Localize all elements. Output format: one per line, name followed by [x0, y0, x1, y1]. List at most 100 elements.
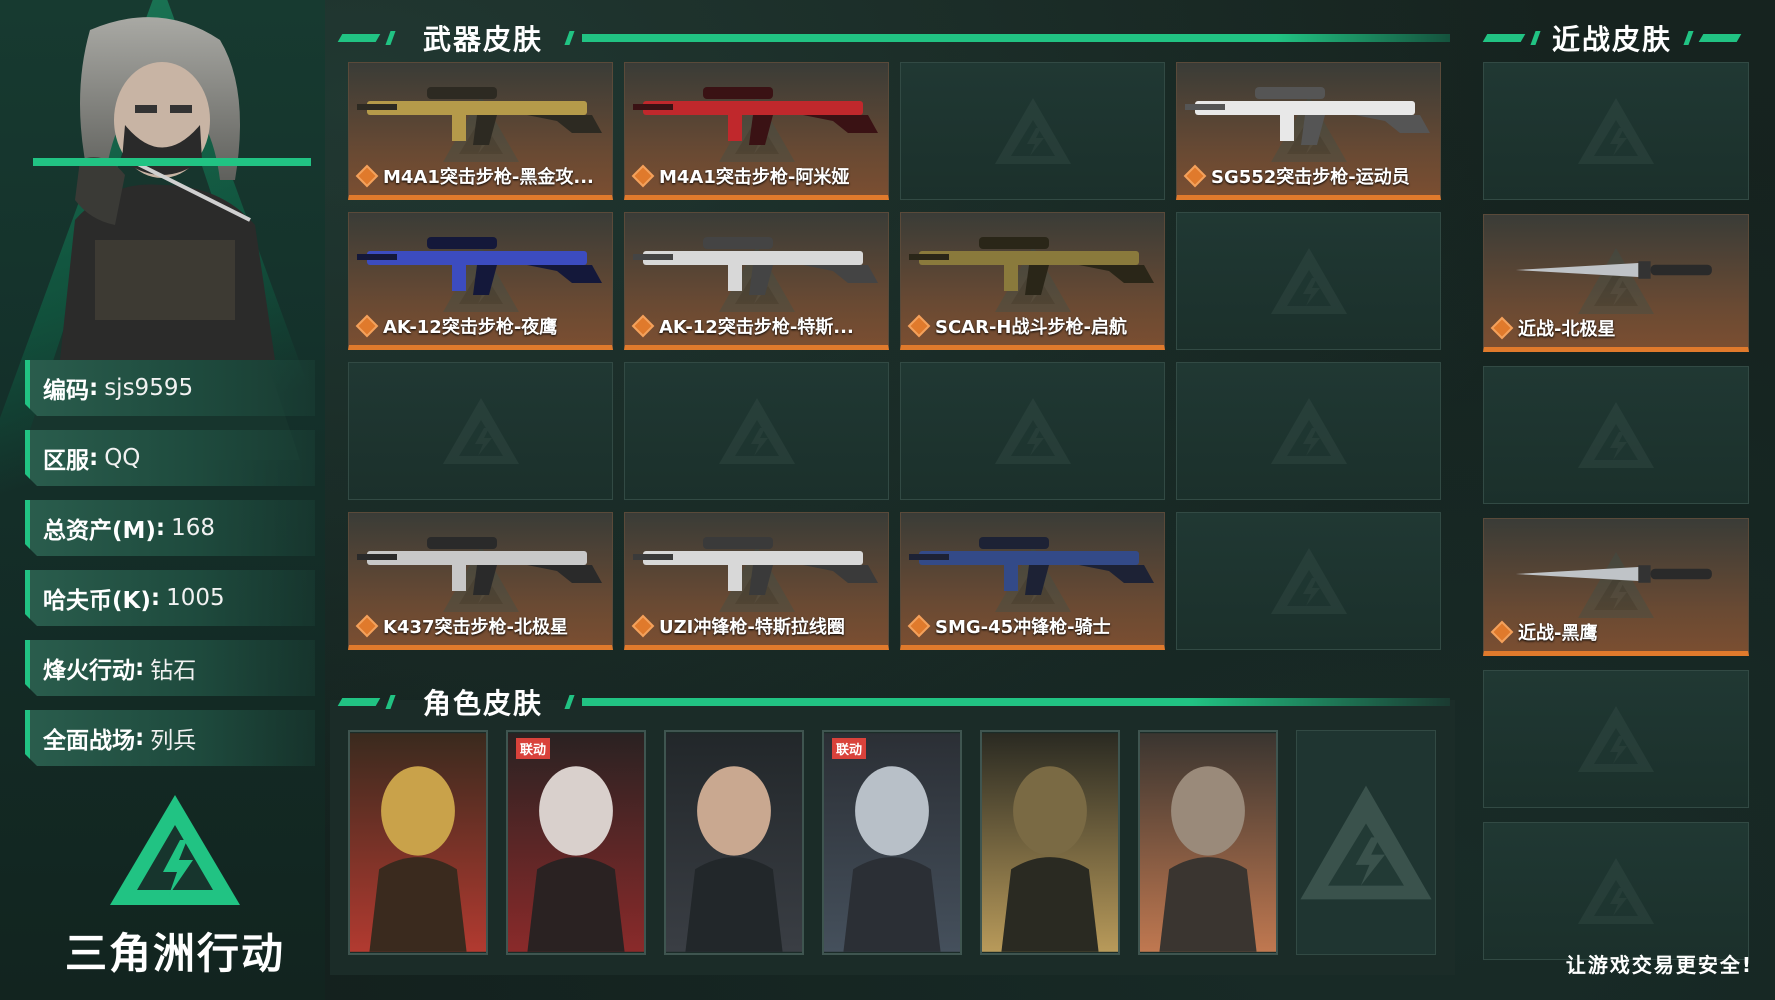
weapon-empty-slot	[1176, 362, 1441, 500]
skin-name: AK-12突击步枪-特斯...	[659, 317, 854, 338]
section-title: 近战皮肤	[1552, 23, 1673, 56]
weapon-skin-card[interactable]: AK-12突击步枪-夜鹰	[348, 212, 613, 350]
character-skin-card[interactable]	[980, 730, 1120, 955]
knife-image	[1515, 565, 1712, 583]
header-tick	[1482, 34, 1526, 42]
header-tick	[564, 31, 575, 45]
info-key: 编码	[43, 378, 89, 404]
weapon-skin-card[interactable]: SMG-45冲锋枪-骑士	[900, 512, 1165, 650]
skin-label: 近战-北极星	[1490, 315, 1615, 341]
rarity-diamond-icon	[1490, 620, 1514, 644]
skin-label: UZI冲锋枪-特斯拉线圈	[631, 613, 845, 639]
accent-bar	[33, 158, 311, 166]
weapon-image	[633, 537, 878, 595]
info-row-havcoin: 哈夫币(K): 1005	[25, 570, 315, 626]
weapon-skin-card[interactable]: UZI冲锋枪-特斯拉线圈	[624, 512, 889, 650]
info-value: 1005	[166, 585, 225, 611]
rarity-diamond-icon	[355, 614, 379, 638]
weapon-empty-slot	[348, 362, 613, 500]
skin-name: SCAR-H战斗步枪-启航	[935, 317, 1127, 338]
info-key: 烽火行动	[43, 658, 135, 684]
weapon-image	[1185, 87, 1430, 145]
weapon-image	[633, 237, 878, 295]
melee-skin-card[interactable]: 近战-北极星	[1483, 214, 1749, 352]
skin-label: SCAR-H战斗步枪-启航	[907, 313, 1127, 339]
info-value: QQ	[104, 445, 141, 471]
weapon-skin-card[interactable]: M4A1突击步枪-黑金攻...	[348, 62, 613, 200]
rarity-diamond-icon	[355, 164, 379, 188]
info-row-warfare-rank: 全面战场: 列兵	[25, 710, 315, 766]
skin-label: 近战-黑鹰	[1490, 619, 1598, 645]
info-key: 区服	[43, 448, 89, 474]
melee-skin-card[interactable]: 近战-黑鹰	[1483, 518, 1749, 656]
skin-label: M4A1突击步枪-黑金攻...	[355, 163, 594, 189]
rarity-diamond-icon	[355, 314, 379, 338]
skin-name: SMG-45冲锋枪-骑士	[935, 617, 1111, 638]
character-empty-slot	[1296, 730, 1436, 955]
info-separator: :	[150, 585, 161, 611]
info-value: 钻石	[150, 658, 197, 684]
weapon-skin-card[interactable]: M4A1突击步枪-阿米娅	[624, 62, 889, 200]
weapon-image	[357, 237, 602, 295]
delta-watermark-icon	[718, 398, 795, 464]
delta-watermark-icon	[994, 98, 1071, 164]
skin-name: AK-12突击步枪-夜鹰	[383, 317, 558, 338]
character-skin-card[interactable]	[1138, 730, 1278, 955]
weapon-skins-header: 武器皮肤	[337, 18, 1450, 58]
weapon-image	[633, 87, 878, 145]
character-skin-card[interactable]	[348, 730, 488, 955]
character-portrait	[350, 733, 486, 952]
character-portrait	[1140, 733, 1276, 952]
melee-empty-slot	[1483, 62, 1749, 200]
operator-portrait	[20, 10, 305, 360]
weapon-skin-card[interactable]: SCAR-H战斗步枪-启航	[900, 212, 1165, 350]
header-tick	[337, 698, 381, 706]
weapon-skin-card[interactable]: SG552突击步枪-运动员	[1176, 62, 1441, 200]
rarity-diamond-icon	[1183, 164, 1207, 188]
skin-name: M4A1突击步枪-阿米娅	[659, 167, 850, 188]
skin-label: K437突击步枪-北极星	[355, 613, 568, 639]
skin-name: 近战-黑鹰	[1518, 623, 1598, 644]
character-skin-card[interactable]: 联动	[506, 730, 646, 955]
weapon-skin-card[interactable]: K437突击步枪-北极星	[348, 512, 613, 650]
weapon-image	[909, 237, 1154, 295]
weapon-empty-slot	[1176, 512, 1441, 650]
footer-slogan: 让游戏交易更安全!	[1565, 953, 1753, 977]
delta-watermark-icon	[994, 398, 1071, 464]
info-separator: :	[135, 655, 145, 681]
delta-watermark-icon	[1578, 706, 1654, 772]
melee-skins-header: 近战皮肤	[1482, 18, 1755, 58]
info-row-assets: 总资产(M): 168	[25, 500, 315, 556]
character-portrait	[508, 733, 644, 952]
character-skin-card[interactable]: 联动	[822, 730, 962, 955]
melee-empty-slot	[1483, 670, 1749, 808]
profile-info-list: 编码: sjs9595 区服: QQ 总资产(M): 168 哈夫币(K): 1…	[25, 360, 315, 780]
section-title: 角色皮肤	[423, 687, 544, 720]
skin-label: SMG-45冲锋枪-骑士	[907, 613, 1111, 639]
info-value: 168	[171, 515, 216, 541]
info-row-code: 编码: sjs9595	[25, 360, 315, 416]
knife-image	[1515, 261, 1712, 279]
info-row-hazard-rank: 烽火行动: 钻石	[25, 640, 315, 696]
header-tick	[1530, 31, 1541, 45]
info-separator: :	[135, 725, 145, 751]
skin-name: K437突击步枪-北极星	[383, 617, 568, 638]
info-separator: :	[155, 515, 166, 541]
info-row-server: 区服: QQ	[25, 430, 315, 486]
header-tick	[1698, 34, 1742, 42]
weapon-skin-card[interactable]: AK-12突击步枪-特斯...	[624, 212, 889, 350]
character-skin-card[interactable]	[664, 730, 804, 955]
collab-badge: 联动	[516, 738, 551, 759]
weapon-image	[357, 537, 602, 595]
info-key: 哈夫币(K)	[43, 588, 151, 614]
delta-watermark-icon	[1578, 98, 1654, 164]
header-line	[582, 698, 1450, 706]
rarity-diamond-icon	[1490, 316, 1514, 340]
character-portrait	[666, 733, 802, 952]
skin-name: UZI冲锋枪-特斯拉线圈	[659, 617, 845, 638]
header-tick	[385, 31, 396, 45]
skin-label: M4A1突击步枪-阿米娅	[631, 163, 850, 189]
delta-watermark-icon	[1300, 785, 1432, 900]
info-separator: :	[89, 445, 99, 471]
rarity-diamond-icon	[631, 314, 655, 338]
